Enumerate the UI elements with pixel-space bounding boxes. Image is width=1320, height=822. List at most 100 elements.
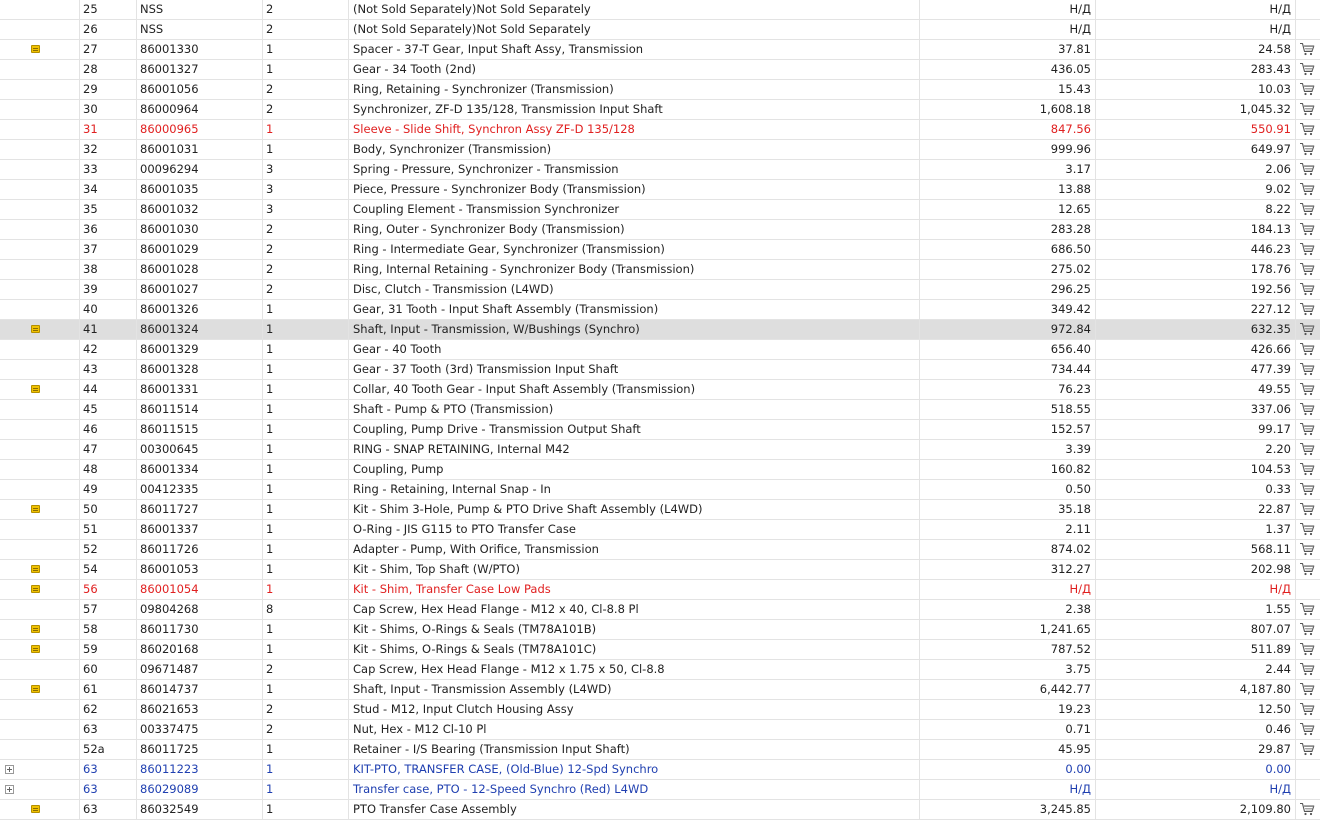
table-row[interactable]: 33 00096294 3 Spring - Pressure, Synchro… xyxy=(0,160,1320,180)
table-row[interactable]: 63 86032549 1 PTO Transfer Case Assembly… xyxy=(0,800,1320,820)
add-to-cart-icon[interactable] xyxy=(1299,742,1315,756)
add-to-cart-icon[interactable] xyxy=(1299,502,1315,516)
part-number[interactable]: 86001030 xyxy=(137,220,263,239)
part-number[interactable]: 86011730 xyxy=(137,620,263,639)
table-row[interactable]: 43 86001328 1 Gear - 37 Tooth (3rd) Tran… xyxy=(0,360,1320,380)
table-row[interactable]: 37 86001029 2 Ring - Intermediate Gear, … xyxy=(0,240,1320,260)
part-number[interactable]: 00096294 xyxy=(137,160,263,179)
table-row[interactable]: 27 86001330 1 Spacer - 37-T Gear, Input … xyxy=(0,40,1320,60)
part-description[interactable]: Ring, Outer - Synchronizer Body (Transmi… xyxy=(349,220,920,239)
table-row[interactable]: 49 00412335 1 Ring - Retaining, Internal… xyxy=(0,480,1320,500)
add-to-cart-icon[interactable] xyxy=(1299,282,1315,296)
add-to-cart-icon[interactable] xyxy=(1299,442,1315,456)
note-icon[interactable] xyxy=(31,45,40,53)
part-number[interactable]: 86001330 xyxy=(137,40,263,59)
add-to-cart-icon[interactable] xyxy=(1299,182,1315,196)
part-description[interactable]: Synchronizer, ZF-D 135/128, Transmission… xyxy=(349,100,920,119)
part-description[interactable]: (Not Sold Separately)Not Sold Separately xyxy=(349,20,920,39)
add-to-cart-icon[interactable] xyxy=(1299,422,1315,436)
part-description[interactable]: Shaft, Input - Transmission Assembly (L4… xyxy=(349,680,920,699)
table-row[interactable]: 62 86021653 2 Stud - M12, Input Clutch H… xyxy=(0,700,1320,720)
part-number[interactable]: 86001054 xyxy=(137,580,263,599)
table-row[interactable]: 59 86020168 1 Kit - Shims, O-Rings & Sea… xyxy=(0,640,1320,660)
table-row[interactable]: 56 86001054 1 Kit - Shim, Transfer Case … xyxy=(0,580,1320,600)
part-number[interactable]: 86001337 xyxy=(137,520,263,539)
part-number[interactable]: 86001029 xyxy=(137,240,263,259)
table-row[interactable]: 44 86001331 1 Collar, 40 Tooth Gear - In… xyxy=(0,380,1320,400)
part-number[interactable]: 86011726 xyxy=(137,540,263,559)
part-number[interactable]: NSS xyxy=(137,0,263,19)
note-icon[interactable] xyxy=(31,385,40,393)
note-icon[interactable] xyxy=(31,645,40,653)
table-row[interactable]: 31 86000965 1 Sleeve - Slide Shift, Sync… xyxy=(0,120,1320,140)
add-to-cart-icon[interactable] xyxy=(1299,602,1315,616)
table-row[interactable]: 52 86011726 1 Adapter - Pump, With Orifi… xyxy=(0,540,1320,560)
table-row[interactable]: 36 86001030 2 Ring, Outer - Synchronizer… xyxy=(0,220,1320,240)
part-description[interactable]: Ring, Retaining - Synchronizer (Transmis… xyxy=(349,80,920,99)
part-description[interactable]: Ring - Retaining, Internal Snap - In xyxy=(349,480,920,499)
part-description[interactable]: Ring, Internal Retaining - Synchronizer … xyxy=(349,260,920,279)
add-to-cart-icon[interactable] xyxy=(1299,662,1315,676)
part-description[interactable]: Kit - Shims, O-Rings & Seals (TM78A101B) xyxy=(349,620,920,639)
table-row[interactable]: 38 86001028 2 Ring, Internal Retaining -… xyxy=(0,260,1320,280)
expand-icon[interactable] xyxy=(5,785,14,794)
part-number[interactable]: 86032549 xyxy=(137,800,263,819)
part-number[interactable]: 86020168 xyxy=(137,640,263,659)
add-to-cart-icon[interactable] xyxy=(1299,62,1315,76)
part-description[interactable]: PTO Transfer Case Assembly xyxy=(349,800,920,819)
table-row[interactable]: 51 86001337 1 O-Ring - JIS G115 to PTO T… xyxy=(0,520,1320,540)
part-description[interactable]: Collar, 40 Tooth Gear - Input Shaft Asse… xyxy=(349,380,920,399)
add-to-cart-icon[interactable] xyxy=(1299,102,1315,116)
part-number[interactable]: 86001056 xyxy=(137,80,263,99)
note-icon[interactable] xyxy=(31,685,40,693)
part-number[interactable]: 09671487 xyxy=(137,660,263,679)
part-description[interactable]: Coupling, Pump xyxy=(349,460,920,479)
part-description[interactable]: Coupling Element - Transmission Synchron… xyxy=(349,200,920,219)
part-number[interactable]: 86001334 xyxy=(137,460,263,479)
part-description[interactable]: Gear, 31 Tooth - Input Shaft Assembly (T… xyxy=(349,300,920,319)
part-number[interactable]: 86014737 xyxy=(137,680,263,699)
part-description[interactable]: O-Ring - JIS G115 to PTO Transfer Case xyxy=(349,520,920,539)
table-row[interactable]: 25 NSS 2 (Not Sold Separately)Not Sold S… xyxy=(0,0,1320,20)
part-number[interactable]: 86001326 xyxy=(137,300,263,319)
add-to-cart-icon[interactable] xyxy=(1299,82,1315,96)
table-row[interactable]: 54 86001053 1 Kit - Shim, Top Shaft (W/P… xyxy=(0,560,1320,580)
part-description[interactable]: Shaft - Pump & PTO (Transmission) xyxy=(349,400,920,419)
part-description[interactable]: Transfer case, PTO - 12-Speed Synchro (R… xyxy=(349,780,920,799)
table-row[interactable]: 61 86014737 1 Shaft, Input - Transmissio… xyxy=(0,680,1320,700)
part-number[interactable]: 86029089 xyxy=(137,780,263,799)
note-icon[interactable] xyxy=(31,565,40,573)
part-number[interactable]: 86021653 xyxy=(137,700,263,719)
part-number[interactable]: 86011727 xyxy=(137,500,263,519)
add-to-cart-icon[interactable] xyxy=(1299,402,1315,416)
note-icon[interactable] xyxy=(31,505,40,513)
add-to-cart-icon[interactable] xyxy=(1299,142,1315,156)
part-number[interactable]: 86001331 xyxy=(137,380,263,399)
add-to-cart-icon[interactable] xyxy=(1299,522,1315,536)
part-number[interactable]: 86000964 xyxy=(137,100,263,119)
part-description[interactable]: Kit - Shims, O-Rings & Seals (TM78A101C) xyxy=(349,640,920,659)
part-number[interactable]: 00300645 xyxy=(137,440,263,459)
table-row[interactable]: 50 86011727 1 Kit - Shim 3-Hole, Pump & … xyxy=(0,500,1320,520)
add-to-cart-icon[interactable] xyxy=(1299,122,1315,136)
table-row[interactable]: 28 86001327 1 Gear - 34 Tooth (2nd) 436.… xyxy=(0,60,1320,80)
part-description[interactable]: Body, Synchronizer (Transmission) xyxy=(349,140,920,159)
table-row[interactable]: 41 86001324 1 Shaft, Input - Transmissio… xyxy=(0,320,1320,340)
part-number[interactable]: 86001324 xyxy=(137,320,263,339)
part-number[interactable]: 86011514 xyxy=(137,400,263,419)
part-description[interactable]: Kit - Shim, Top Shaft (W/PTO) xyxy=(349,560,920,579)
add-to-cart-icon[interactable] xyxy=(1299,802,1315,816)
table-row[interactable]: 57 09804268 8 Cap Screw, Hex Head Flange… xyxy=(0,600,1320,620)
add-to-cart-icon[interactable] xyxy=(1299,682,1315,696)
note-icon[interactable] xyxy=(31,325,40,333)
add-to-cart-icon[interactable] xyxy=(1299,462,1315,476)
expand-icon[interactable] xyxy=(5,765,14,774)
part-number[interactable]: 86011515 xyxy=(137,420,263,439)
add-to-cart-icon[interactable] xyxy=(1299,642,1315,656)
part-number[interactable]: 86001027 xyxy=(137,280,263,299)
table-row[interactable]: 46 86011515 1 Coupling, Pump Drive - Tra… xyxy=(0,420,1320,440)
add-to-cart-icon[interactable] xyxy=(1299,542,1315,556)
add-to-cart-icon[interactable] xyxy=(1299,42,1315,56)
add-to-cart-icon[interactable] xyxy=(1299,702,1315,716)
part-description[interactable]: Gear - 37 Tooth (3rd) Transmission Input… xyxy=(349,360,920,379)
